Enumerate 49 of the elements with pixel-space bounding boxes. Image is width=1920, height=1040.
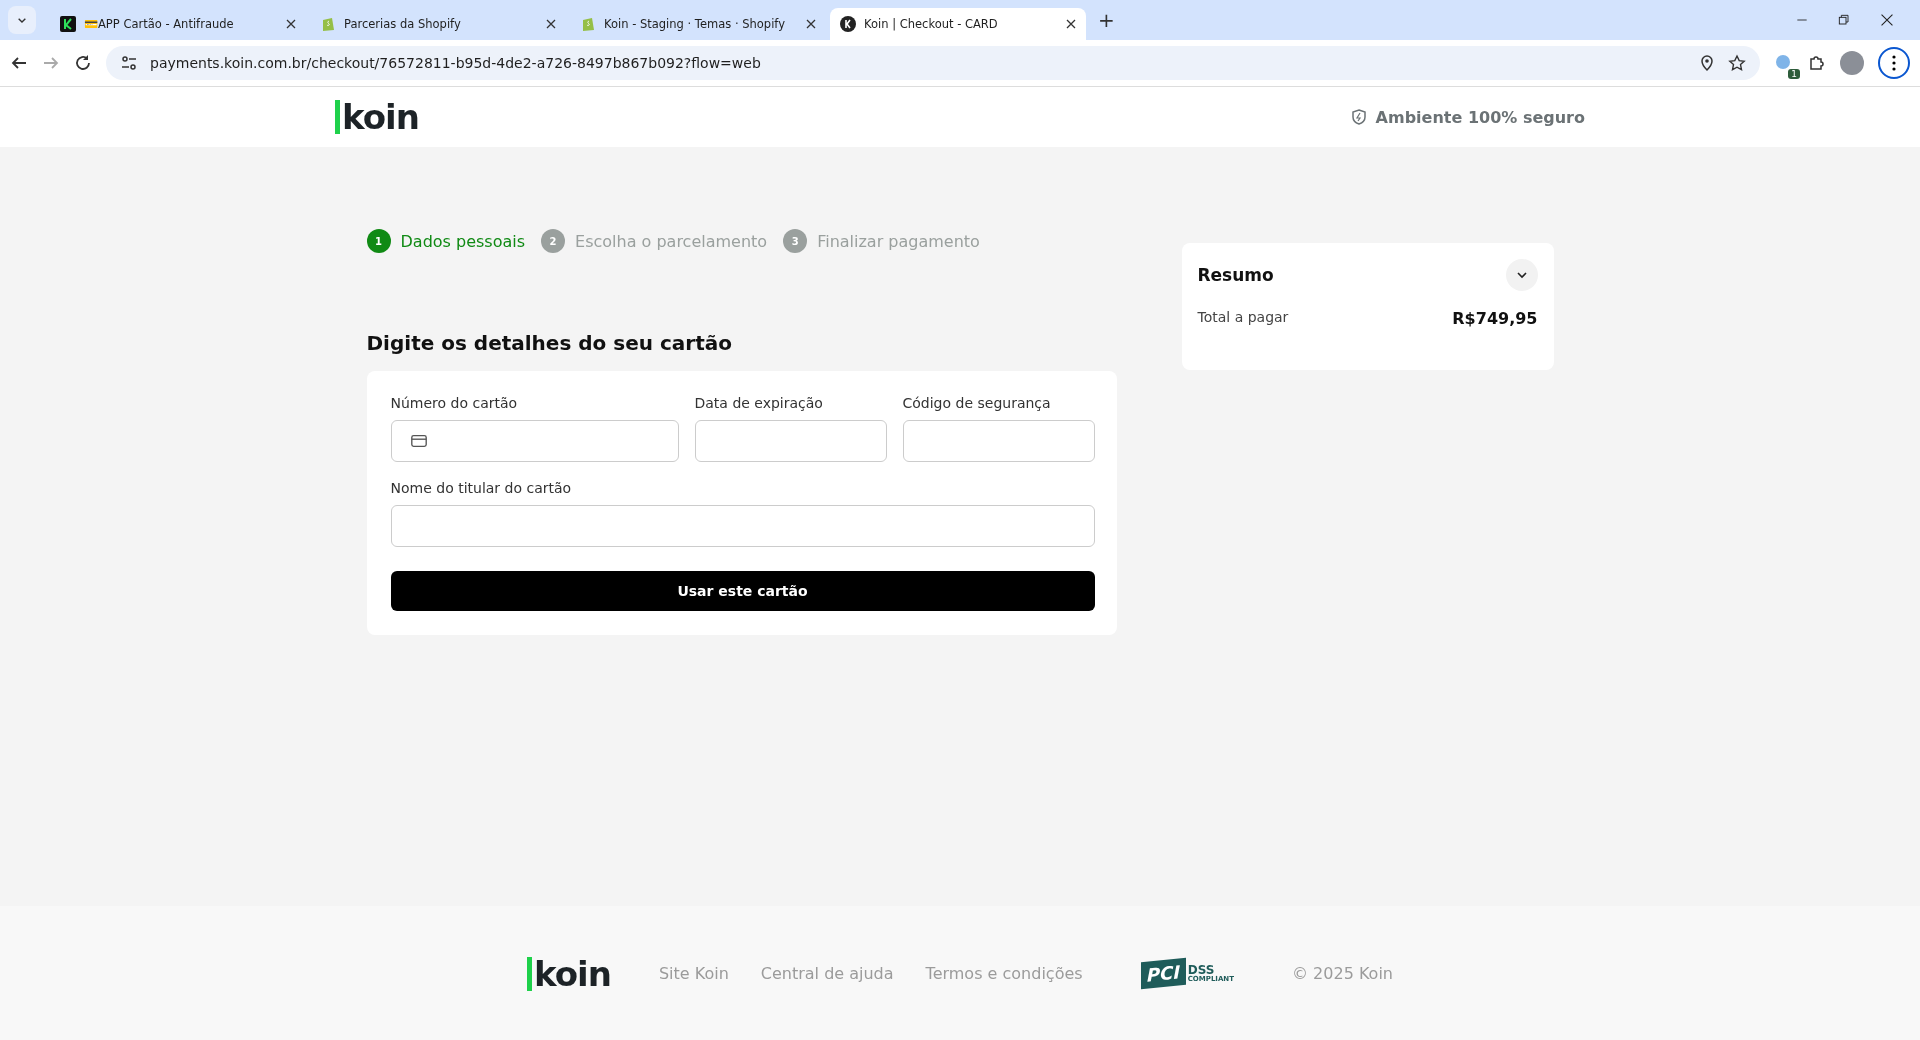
expand-button[interactable] — [1505, 259, 1538, 291]
koin-logo: koin — [335, 100, 419, 134]
extension-icon[interactable] — [1774, 53, 1792, 71]
input-field[interactable] — [390, 505, 1095, 547]
koin-favicon-icon — [840, 16, 856, 32]
close-icon[interactable] — [806, 19, 816, 29]
step-number: 1 — [366, 229, 391, 253]
field-label: Número do cartão — [390, 395, 519, 411]
summary-title: Resumo — [1197, 265, 1274, 285]
more-icon — [1892, 55, 1896, 71]
shopping-bag-icon — [580, 16, 596, 32]
browser-tab[interactable]: Koin - Staging · Temas · Shopify — [570, 8, 826, 40]
menu-button[interactable] — [1878, 47, 1910, 79]
chevron-icon — [1515, 269, 1528, 281]
input-field[interactable] — [902, 420, 1095, 462]
site-settings-icon[interactable] — [120, 54, 138, 72]
card-number-field[interactable] — [390, 420, 679, 462]
field-label: Código de segurança — [902, 395, 1052, 411]
shopping-bag-icon — [320, 16, 336, 32]
browser-tab[interactable]: 💳APP Cartão - Antifraude — [50, 8, 306, 40]
total-label: Total a pagar — [1197, 309, 1289, 327]
extension-badge: 1 — [1788, 69, 1800, 79]
close-icon[interactable] — [546, 19, 556, 29]
step-number: 2 — [541, 229, 566, 253]
profile-avatar[interactable] — [1840, 51, 1864, 75]
security-note: Ambiente 100% seguro — [1375, 107, 1585, 127]
browser-tab[interactable]: Koin | Checkout - CARD — [830, 8, 1086, 40]
url-text: payments.koin.com.br/checkout/76572811-b95d-4de2-a726-8497b867b092?flow=web — [150, 55, 762, 71]
step-tab[interactable]: 1 Dados pessoais — [366, 229, 526, 253]
reload-icon[interactable] — [74, 54, 92, 72]
total-value: R$749,95 — [1452, 309, 1538, 328]
star-icon[interactable] — [1728, 54, 1746, 72]
step-number: 3 — [783, 229, 808, 253]
address-bar[interactable]: payments.koin.com.br/checkout/76572811-b95d-4de2-a726-8497b867b092?flow=web — [106, 46, 1760, 80]
browser-tab[interactable]: Parcerias da Shopify — [310, 8, 566, 40]
shield-icon — [1349, 108, 1368, 126]
use-card-button[interactable]: Usar este cartão — [390, 571, 1095, 611]
puzzle-icon[interactable] — [1808, 54, 1826, 72]
close-icon[interactable] — [1066, 19, 1076, 29]
field-label: Nome do titular do cartão — [390, 480, 573, 496]
new-tab-button[interactable]: + — [1098, 8, 1115, 32]
location-pin-icon[interactable] — [1698, 54, 1716, 72]
close-icon[interactable] — [286, 19, 296, 29]
field-label: Data de expiração — [694, 395, 824, 411]
input-field[interactable] — [694, 420, 887, 462]
app-favicon-icon — [60, 16, 76, 32]
copyright-text: © 2025 Koin — [1292, 964, 1393, 983]
koin-logo: koin — [527, 956, 611, 991]
form-title: Digite os detalhes do seu cartão — [366, 331, 733, 355]
